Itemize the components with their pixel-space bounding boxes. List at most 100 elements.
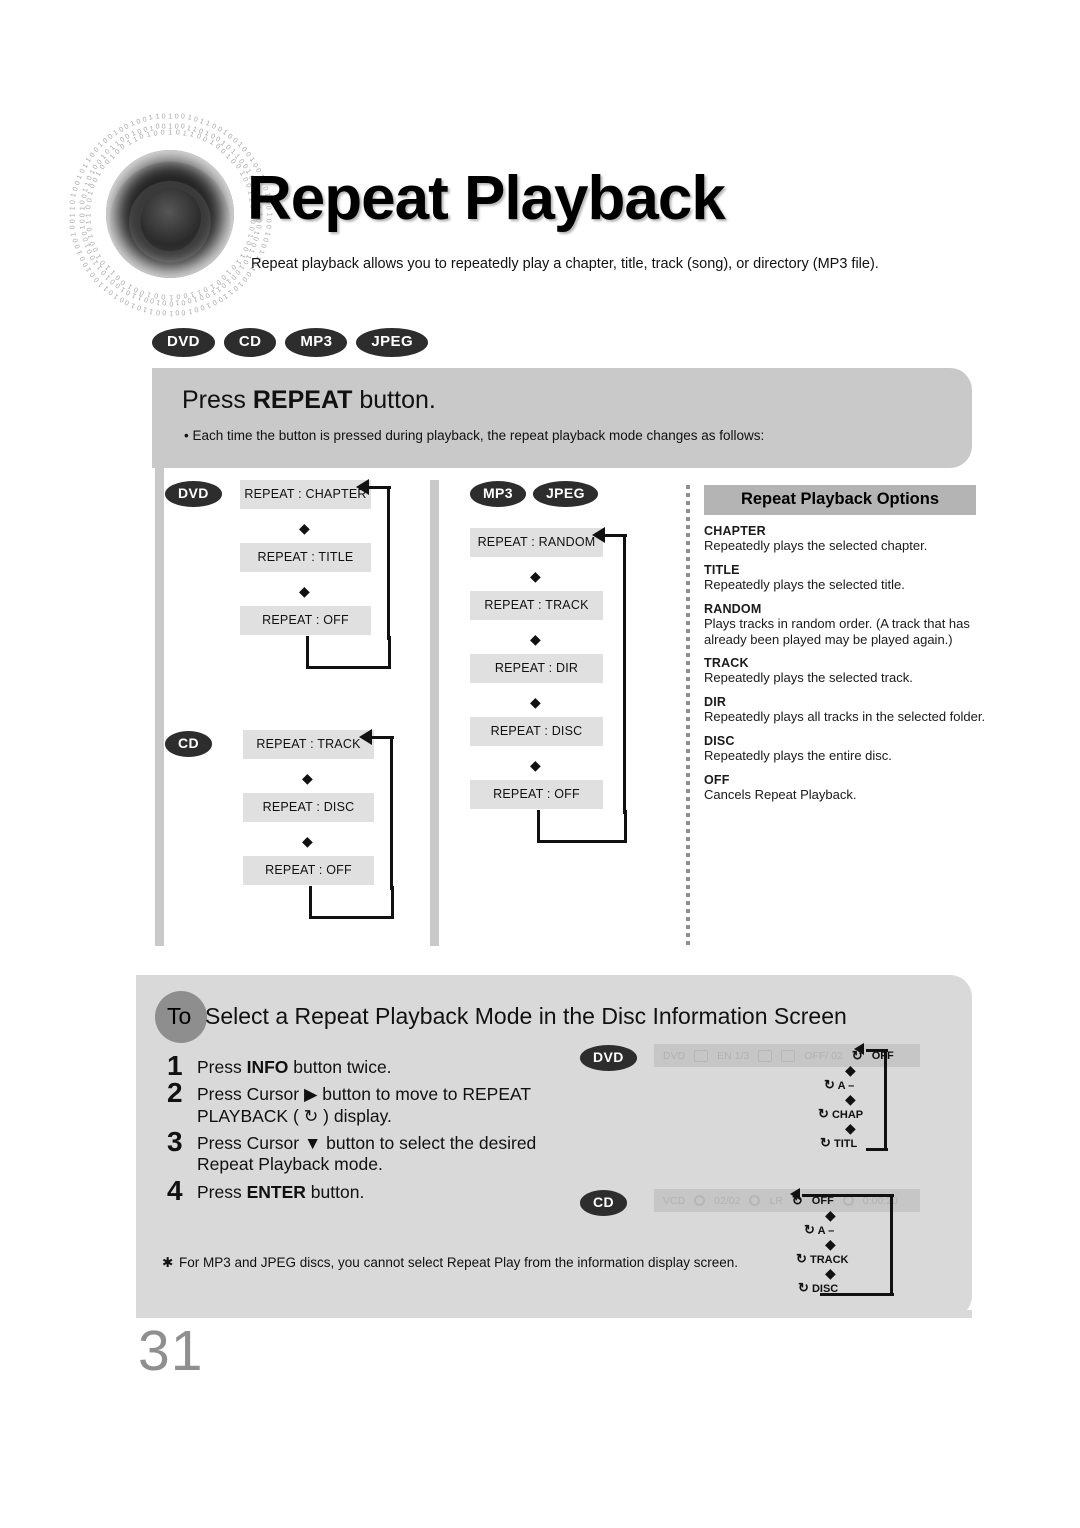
footnote-star-icon: ✱ — [162, 1255, 174, 1270]
option-desc-title: Repeatedly plays the selected title. — [704, 576, 905, 592]
flow-badge-dvd: DVD — [165, 481, 222, 507]
step-text-1: Press INFO button twice. — [197, 1057, 392, 1077]
flow-loop-cd-right — [390, 738, 394, 890]
flow-badge-jpeg-label: JPEG — [533, 481, 598, 507]
page-title: Repeat Playback — [247, 164, 726, 233]
flow-loop-dvd-bottom — [306, 636, 391, 669]
step-item-3: 3 Press Cursor ▼ button to select the de… — [151, 1128, 581, 1176]
option-desc-dir: Repeatedly plays all tracks in the selec… — [704, 709, 986, 725]
intro-text: Repeat playback allows you to repeatedly… — [251, 256, 879, 272]
flow-badge-mp3-jpeg: MP3 JPEG — [470, 481, 598, 507]
column-divider-left — [155, 468, 164, 946]
option-term-title: TITLE — [704, 562, 740, 577]
flow-arrowhead-cd — [359, 729, 372, 745]
repeat-glyph-icon: ↻ — [824, 1077, 835, 1092]
step-number-2: 2 — [167, 1077, 183, 1109]
osd-mockup-dvd: DVD DVD EN 1/3 OFF/ 02 ↻ OFF ↻ A – ↻ CHA… — [580, 1039, 960, 1169]
flow-arrowhead-dvd — [356, 479, 369, 495]
option-desc-random: Plays tracks in random order. (A track t… — [704, 615, 970, 647]
option-term-chapter: CHAPTER — [704, 524, 766, 538]
step-number-3: 3 — [167, 1126, 183, 1158]
flow-loop-dvd-top — [368, 486, 391, 490]
osd-badge-cd: CD — [580, 1190, 628, 1216]
flow-badge-cd: CD — [165, 731, 213, 757]
flow-loop-dvd-right — [387, 488, 391, 640]
osd-bar-dvd: DVD EN 1/3 OFF/ 02 ↻ OFF — [654, 1044, 920, 1067]
osd-cd-loop-top — [802, 1194, 894, 1198]
step-item-2: 2 Press Cursor ▶ button to move to REPEA… — [151, 1079, 581, 1127]
step-list: 1 Press INFO button twice. 2 Press Curso… — [151, 1052, 581, 1209]
option-desc-disc: Repeatedly plays the entire disc. — [704, 748, 892, 764]
bottom-section-heading: Select a Repeat Playback Mode in the Dis… — [205, 1003, 847, 1029]
repeat-playback-options-panel: Repeat Playback Options CHAPTER Repeated… — [686, 485, 986, 947]
osd-dvd-cascade-chap: ↻ CHAP — [818, 1106, 863, 1122]
disc-icon — [694, 1195, 706, 1206]
flow-box-mp3-dir: REPEAT : DIR — [470, 654, 603, 683]
step-number-1: 1 — [167, 1050, 183, 1081]
osd-cd-channel: LR — [769, 1194, 783, 1207]
press-repeat-panel: Press REPEAT button. • Each time the but… — [152, 368, 972, 468]
osd-dvd-cascade-titl: ↻ TITL — [820, 1135, 857, 1151]
flow-badge-mp3-label: MP3 — [470, 481, 526, 507]
step-item-1: 1 Press INFO button twice. — [151, 1052, 581, 1080]
osd-cd-loop-bottom — [820, 1293, 894, 1297]
step-4-post: button. — [305, 1181, 365, 1202]
press-repeat-title: Press REPEAT button. — [182, 386, 436, 415]
flow-box-mp3-disc: REPEAT : DISC — [470, 717, 603, 746]
flow-box-cd-track: REPEAT : TRACK — [243, 730, 374, 759]
option-desc-off: Cancels Repeat Playback. — [704, 787, 857, 803]
subtitle-icon — [694, 1049, 709, 1062]
flow-loop-mp3-right — [623, 536, 627, 814]
osd-dvd-chapter: OFF/ 02 — [804, 1049, 843, 1062]
disc-badge-cd: CD — [223, 328, 277, 357]
flow-loop-cd-top — [371, 736, 394, 740]
flow-loop-mp3-top — [604, 534, 627, 538]
flow-box-dvd-off: REPEAT : OFF — [240, 606, 371, 635]
flow-box-cd-disc: REPEAT : DISC — [243, 793, 374, 822]
headphone-icon — [749, 1195, 761, 1206]
flow-box-mp3-off: REPEAT : OFF — [470, 780, 603, 809]
osd-dvd-arrowhead — [854, 1043, 864, 1055]
osd-dvd-disctype: DVD — [663, 1049, 686, 1062]
step-text-3: Press Cursor ▼ button to select the desi… — [197, 1133, 537, 1175]
option-term-dir: DIR — [704, 695, 727, 710]
osd-dvd-audio: EN 1/3 — [717, 1049, 750, 1062]
osd-badge-dvd: DVD — [580, 1045, 637, 1071]
page-number: 31 — [138, 1319, 204, 1383]
repeat-glyph-icon: ↻ — [798, 1280, 809, 1295]
disc-info-screen-panel: To Select a Repeat Playback Mode in the … — [136, 975, 972, 1318]
step-text-4: Press ENTER button. — [197, 1182, 364, 1202]
osd-cd-track: 02/02 — [714, 1194, 741, 1207]
flow-box-dvd-chapter: REPEAT : CHAPTER — [240, 480, 371, 509]
step-1-pre: Press — [197, 1057, 247, 1077]
press-pre: Press — [182, 386, 253, 414]
osd-dvd-loop-top — [866, 1049, 888, 1053]
press-post: button. — [352, 386, 436, 414]
option-term-disc: DISC — [704, 734, 735, 749]
options-header: Repeat Playback Options — [704, 485, 976, 515]
osd-cd-arrowhead — [790, 1188, 800, 1200]
step-item-4: 4 Press ENTER button. — [151, 1176, 581, 1204]
column-divider-middle — [430, 480, 439, 946]
disc-badge-jpeg: JPEG — [356, 328, 429, 357]
option-desc-track: Repeatedly plays the selected track. — [704, 670, 913, 686]
step-text-2: Press Cursor ▶ button to move to REPEAT … — [197, 1084, 531, 1126]
flow-arrowhead-mp3 — [592, 527, 605, 543]
step-number-4: 4 — [167, 1174, 183, 1206]
manual-page: 1001001101001011001001001001101001011001… — [0, 0, 1080, 1528]
step-4-pre: Press — [197, 1181, 247, 1202]
flow-badge-cd-label: CD — [165, 731, 213, 757]
flow-box-mp3-random: REPEAT : RANDOM — [470, 528, 603, 557]
folio-rule — [136, 1310, 972, 1318]
press-repeat-bullet: • Each time the button is pressed during… — [184, 428, 765, 443]
flow-loop-mp3-bottom — [537, 810, 627, 843]
osd-dvd-cascade-titl-label: TITL — [833, 1138, 858, 1150]
option-term-off: OFF — [704, 773, 730, 788]
disc-badge-dvd: DVD — [152, 328, 215, 357]
dolby-digital-icon — [758, 1049, 773, 1062]
repeat-glyph-icon: ↻ — [796, 1251, 807, 1266]
disc-badge-row: DVD CD MP3 JPEG — [152, 328, 429, 357]
option-term-track: TRACK — [704, 656, 749, 671]
flow-box-mp3-track: REPEAT : TRACK — [470, 591, 603, 620]
osd-mockup-cd: CD VCD 02/02 LR ↻ OFF 0:00:20 ↻ A – ↻ TR… — [580, 1184, 960, 1314]
